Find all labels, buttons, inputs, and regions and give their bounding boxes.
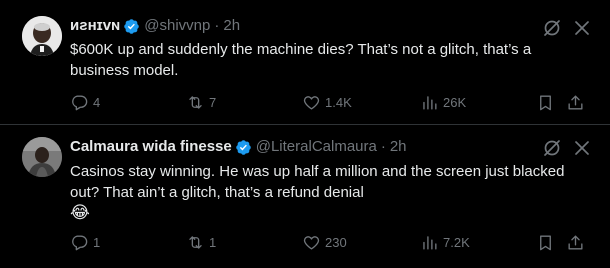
like-count: 230 — [325, 234, 347, 250]
like-button[interactable]: 1.4K — [302, 92, 352, 112]
heart-icon — [303, 95, 320, 110]
reply-icon — [72, 94, 88, 110]
display-name[interactable]: ᴎƨнɪvɴ — [70, 16, 120, 36]
view-count: 7.2K — [443, 234, 470, 250]
close-icon[interactable] — [572, 138, 592, 158]
tweet-header: ᴎƨнɪvɴ @shivvnp · 2h — [70, 16, 240, 36]
reply-count: 1 — [93, 234, 101, 250]
user-handle[interactable]: @LiteralCalmaura — [256, 137, 377, 157]
laughing-emoji: 😂 — [70, 203, 90, 222]
bookmark-icon — [540, 234, 551, 250]
tweet-text: $600K up and suddenly the machine dies? … — [70, 41, 532, 79]
grok-icon[interactable] — [542, 18, 562, 38]
tweet-header: Calmaura wida finesse @LiteralCalmaura ·… — [70, 137, 407, 157]
repost-icon — [189, 95, 202, 109]
grok-icon[interactable] — [542, 138, 562, 158]
separator-dot: · — [380, 138, 386, 155]
bookmark-icon — [540, 94, 551, 110]
repost-count: 1 — [209, 234, 217, 250]
share-icon — [568, 234, 583, 250]
verified-badge-icon[interactable] — [235, 139, 252, 156]
reply-button[interactable]: 1 — [70, 232, 100, 252]
avatar[interactable] — [22, 16, 62, 56]
share-button[interactable] — [566, 92, 585, 112]
views-button[interactable]: 26K — [420, 92, 466, 112]
reply-button[interactable]: 4 — [70, 92, 100, 112]
tweet[interactable]: ᴎƨнɪvɴ @shivvnp · 2h $600K up and sudden… — [0, 0, 610, 125]
separator-dot: · — [214, 17, 220, 34]
display-name[interactable]: Calmaura wida finesse — [70, 137, 232, 157]
avatar[interactable] — [22, 137, 62, 177]
view-count: 26K — [443, 94, 467, 110]
views-button[interactable]: 7.2K — [420, 232, 470, 252]
repost-icon — [189, 235, 202, 249]
tweet-text: Casinos stay winning. He was up half a m… — [70, 163, 565, 201]
like-button[interactable]: 230 — [302, 232, 347, 252]
repost-count: 7 — [209, 94, 217, 110]
timestamp[interactable]: 2h — [390, 137, 407, 157]
bookmark-button[interactable] — [536, 92, 555, 112]
reply-count: 4 — [93, 94, 101, 110]
timestamp[interactable]: 2h — [223, 16, 240, 36]
user-handle[interactable]: @shivvnp — [144, 16, 210, 36]
repost-button[interactable]: 1 — [186, 232, 216, 252]
close-icon[interactable] — [572, 18, 592, 38]
repost-button[interactable]: 7 — [186, 92, 216, 112]
share-button[interactable] — [566, 232, 585, 252]
share-icon — [568, 94, 583, 110]
analytics-icon — [423, 95, 437, 110]
tweet-actions: 4 7 1.4K 26K — [70, 92, 590, 112]
verified-badge-icon[interactable] — [123, 18, 140, 35]
reply-icon — [72, 234, 88, 250]
analytics-icon — [423, 235, 437, 250]
tweet[interactable]: Calmaura wida finesse @LiteralCalmaura ·… — [0, 126, 610, 268]
heart-icon — [303, 235, 320, 250]
tweet-actions: 1 1 230 7.2K — [70, 232, 590, 252]
bookmark-button[interactable] — [536, 232, 555, 252]
like-count: 1.4K — [325, 94, 352, 110]
